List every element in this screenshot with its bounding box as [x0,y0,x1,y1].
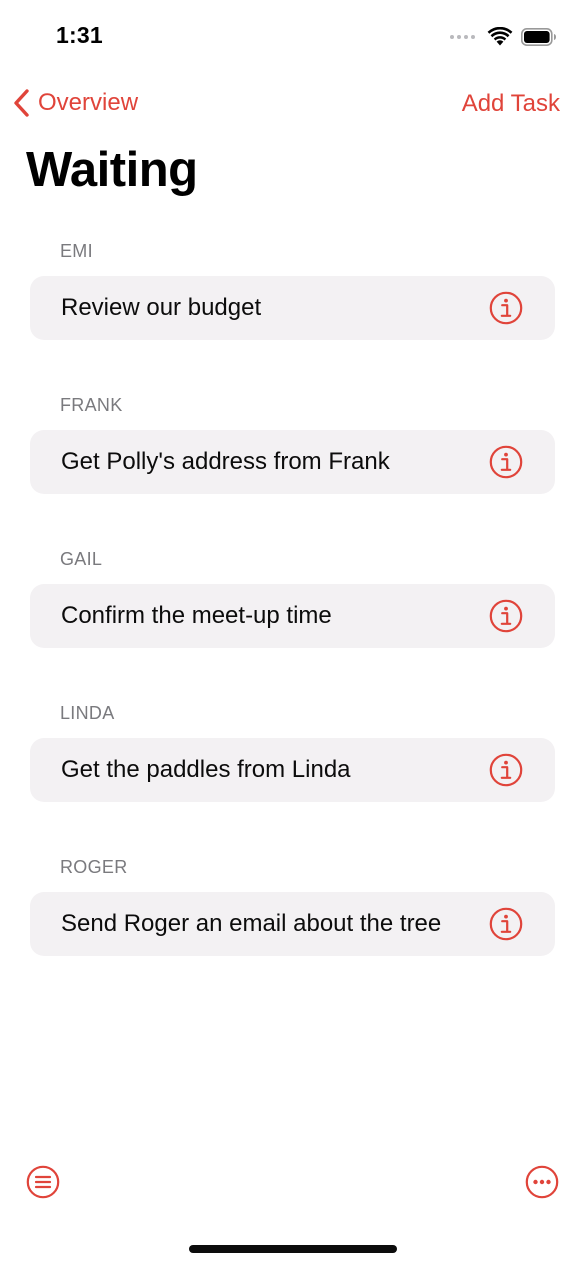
page-title: Waiting [26,143,198,197]
info-icon[interactable] [489,907,523,941]
home-indicator[interactable] [189,1245,397,1253]
task-title: Review our budget [61,294,262,321]
section-header: GAIL [60,549,103,569]
section-gail: GAIL Confirm the meet-up time [30,546,555,648]
task-title: Get Polly's address from Frank [61,448,390,475]
section-roger: ROGER Send Roger an email about the tree [30,854,555,956]
status-time: 1:31 [56,22,103,48]
section-header: ROGER [60,857,128,877]
info-icon[interactable] [489,291,523,325]
status-icons [450,24,557,50]
section-header: LINDA [60,703,115,723]
navigation-bar: Overview Add Task [0,80,585,130]
waiting-screen: 1:31 Overview Add Task Waiting EMI Revie… [0,0,585,1266]
info-icon[interactable] [489,445,523,479]
task-row[interactable]: Get Polly's address from Frank [30,430,555,494]
info-icon[interactable] [489,753,523,787]
section-linda: LINDA Get the paddles from Linda [30,700,555,802]
cellular-signal-icon [450,35,475,39]
status-bar: 1:31 [0,0,585,74]
back-button[interactable]: Overview [12,88,138,118]
task-title: Get the paddles from Linda [61,756,351,783]
add-task-button[interactable]: Add Task [462,90,560,118]
info-icon[interactable] [489,599,523,633]
list-icon[interactable] [26,1165,60,1199]
task-row[interactable]: Send Roger an email about the tree [30,892,555,956]
task-title: Send Roger an email about the tree [61,910,442,937]
wifi-icon [487,27,513,46]
task-row[interactable]: Confirm the meet-up time [30,584,555,648]
task-row[interactable]: Review our budget [30,276,555,340]
section-emi: EMI Review our budget [30,238,555,340]
more-icon[interactable] [525,1165,559,1199]
task-title: Confirm the meet-up time [61,602,332,629]
section-header: EMI [60,241,93,261]
battery-icon [521,28,556,46]
task-row[interactable]: Get the paddles from Linda [30,738,555,802]
section-header: FRANK [60,395,123,415]
section-frank: FRANK Get Polly's address from Frank [30,392,555,494]
chevron-left-icon [14,89,29,117]
back-button-label: Overview [38,89,139,116]
